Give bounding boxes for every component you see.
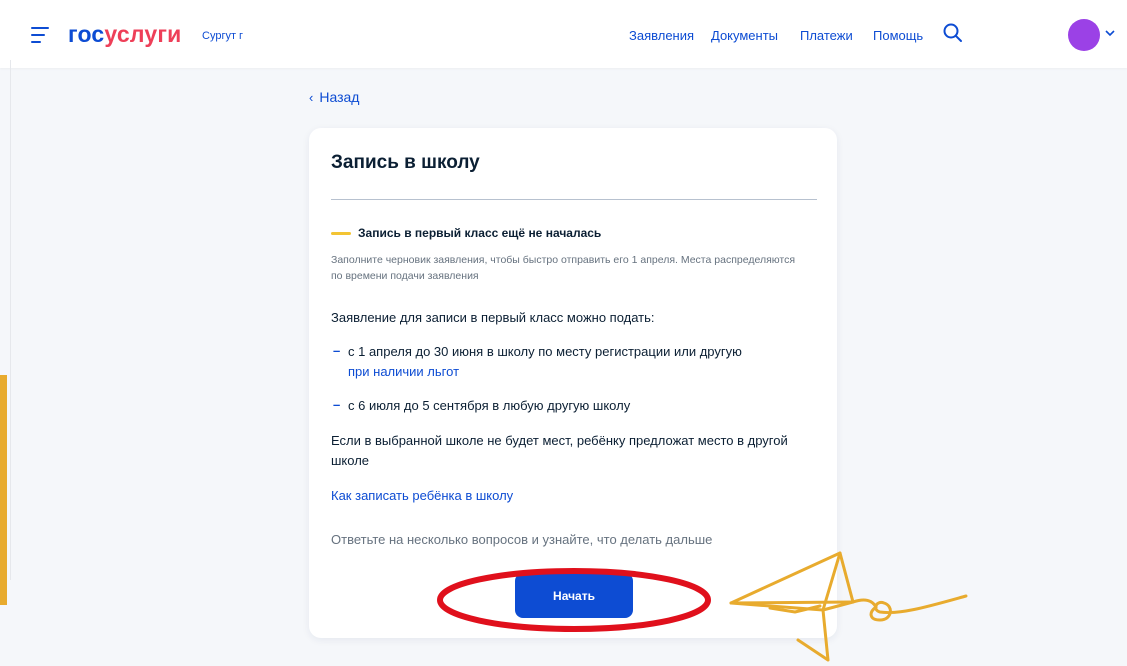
back-link[interactable]: ‹ Назад [309,89,359,105]
intro-text: Заявление для записи в первый класс можн… [331,310,655,325]
search-icon[interactable] [942,22,964,44]
nav-help[interactable]: Помощь [873,28,923,43]
nav-documents[interactable]: Документы [711,28,778,43]
status-title: Запись в первый класс ещё не началась [358,226,602,240]
start-button[interactable]: Начать [515,573,633,618]
list-item: с 1 апреля до 30 июня в школу по месту р… [348,342,818,382]
service-card [309,128,837,638]
bullet-text: с 1 апреля до 30 июня в школу по месту р… [348,344,742,359]
hint-text: Ответьте на несколько вопросов и узнайте… [331,532,713,547]
note-text: Если в выбранной школе не будет мест, ре… [331,433,788,468]
bullet-text: с 6 июля до 5 сентября в любую другую шк… [348,398,631,413]
chevron-left-icon: ‹ [309,90,314,105]
back-label: Назад [319,89,360,105]
avatar[interactable] [1068,19,1100,51]
bullet-dash: – [333,397,341,412]
city-selector[interactable]: Сургут г [202,30,243,42]
benefits-link[interactable]: при наличии льгот [348,364,459,379]
nav-payments[interactable]: Платежи [800,28,853,43]
gosuslugi-logo[interactable]: госуслуги [68,21,181,48]
how-to-enroll-link[interactable]: Как записать ребёнка в школу [331,488,513,503]
status-description: Заполните черновик заявления, чтобы быст… [331,254,796,282]
nav-applications[interactable]: Заявления [629,28,694,43]
bullet-dash: – [333,343,341,358]
title-divider [331,199,817,200]
chevron-down-icon[interactable] [1105,29,1115,37]
logo-part1: гос [68,21,105,47]
top-header: госуслуги Сургут г Заявления Документы П… [0,0,1127,68]
logo-part2: услуги [104,21,182,47]
page-edge-divider [10,60,11,580]
list-item: с 6 июля до 5 сентября в любую другую шк… [348,396,818,416]
status-marker [331,232,351,235]
page-title: Запись в школу [331,152,480,173]
menu-icon[interactable] [31,27,49,43]
side-accent-strip [0,375,7,605]
